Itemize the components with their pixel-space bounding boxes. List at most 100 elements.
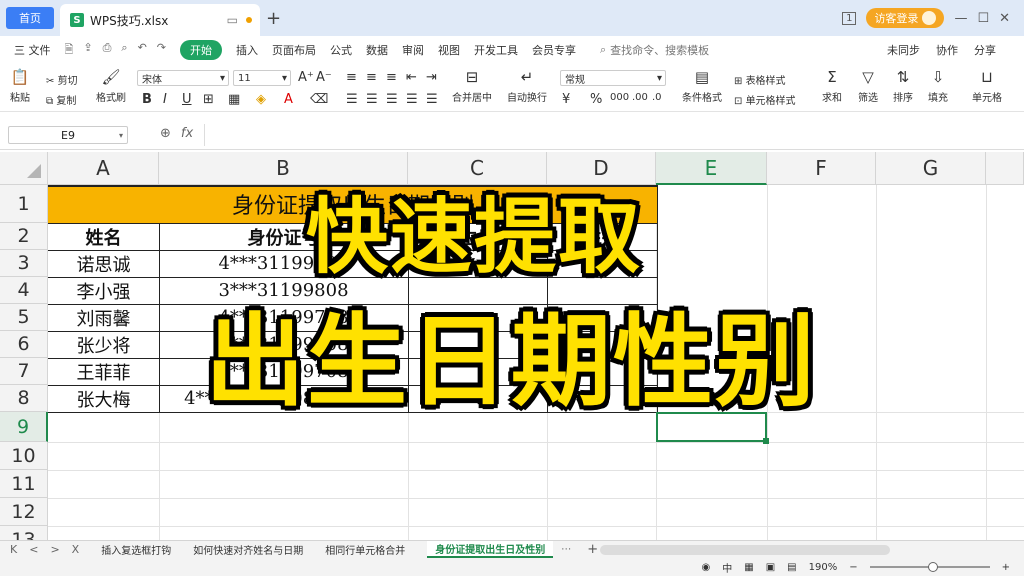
align-bottom-icon[interactable]: ≡ xyxy=(386,70,397,85)
save-icon[interactable]: 🗎 xyxy=(65,41,74,60)
zoom-slider[interactable] xyxy=(869,562,990,572)
zoom-slider-knob[interactable] xyxy=(927,562,938,572)
name-box[interactable]: E9 ▾ xyxy=(8,126,128,144)
conditional-format-button[interactable]: ▤ 条件格式 xyxy=(682,68,722,104)
italic-button[interactable]: I xyxy=(163,92,167,107)
decrease-decimal-icon[interactable]: .0 xyxy=(652,92,662,103)
indent-increase-icon[interactable]: ⇥ xyxy=(426,70,437,85)
fill-handle[interactable] xyxy=(763,438,769,444)
menu-item-formulas[interactable]: 公式 xyxy=(330,42,352,58)
sheet-tab[interactable]: 插入复选框打钩 xyxy=(101,542,171,557)
id-cell[interactable]: 4***31199608 xyxy=(159,250,408,277)
file-menu[interactable]: 三 文件 xyxy=(14,42,51,58)
fx-icon[interactable]: fx xyxy=(181,126,193,141)
print-icon[interactable]: ⎙ xyxy=(103,41,112,60)
export-icon[interactable]: ⇪ xyxy=(83,41,92,60)
paste-button[interactable]: 📋 粘贴 xyxy=(10,68,30,104)
home-tab[interactable]: 首页 xyxy=(6,7,54,29)
font-shrink-icon[interactable]: A⁻ xyxy=(316,70,332,85)
align-middle-icon[interactable]: ≡ xyxy=(366,70,377,85)
row-header-1[interactable]: 1 xyxy=(0,185,48,223)
menu-item-home[interactable]: 开始 xyxy=(180,40,222,60)
row-header-10[interactable]: 10 xyxy=(0,442,48,470)
wrap-text-button[interactable]: ↵ 自动换行 xyxy=(507,68,547,104)
fill-button[interactable]: ⇩ 填充 xyxy=(928,68,948,104)
sheet-tab-active[interactable]: 身份证提取出生日及性别 xyxy=(427,541,554,558)
name-cell[interactable]: 王菲菲 xyxy=(48,358,159,385)
row-header-9[interactable]: 9 xyxy=(0,412,48,442)
add-sheet-button[interactable]: + xyxy=(587,542,598,557)
row-header-3[interactable]: 3 xyxy=(0,250,48,277)
menu-item-view[interactable]: 视图 xyxy=(438,42,460,58)
column-header-e[interactable]: E xyxy=(656,152,767,185)
active-cell-e9[interactable] xyxy=(656,412,769,444)
horizontal-scrollbar[interactable] xyxy=(600,545,890,555)
align-right-icon[interactable]: ☰ xyxy=(386,92,398,107)
guest-login-button[interactable]: 访客登录 xyxy=(866,8,945,28)
row-header-8[interactable]: 8 xyxy=(0,385,48,412)
id-cell[interactable]: 4***31198808303621 xyxy=(159,385,408,412)
undo-icon[interactable]: ↶ xyxy=(138,41,147,60)
sync-status-button[interactable]: 未同步 xyxy=(887,42,920,58)
cell-grid[interactable]: A B C D E F G 1 2 3 4 5 6 7 8 9 10 11 12… xyxy=(0,152,1024,540)
cell-fill-icon[interactable]: ▦ xyxy=(228,92,240,107)
sort-button[interactable]: ⇅ 排序 xyxy=(893,68,913,104)
underline-button[interactable]: U xyxy=(182,92,192,107)
clear-format-icon[interactable]: ⌫ xyxy=(310,92,328,107)
row-header-2[interactable]: 2 xyxy=(0,223,48,250)
id-cell[interactable]: 1***31199808 xyxy=(159,331,408,358)
menu-item-data[interactable]: 数据 xyxy=(366,42,388,58)
align-left-icon[interactable]: ☰ xyxy=(346,92,358,107)
merge-center-button[interactable]: ⊟ 合并居中 xyxy=(452,68,492,104)
document-tab[interactable]: S WPS技巧.xlsx ▭ xyxy=(60,4,260,36)
menu-item-member[interactable]: 会员专享 xyxy=(532,42,576,58)
column-header-g[interactable]: G xyxy=(876,152,986,185)
page-break-view-icon[interactable]: ▤ xyxy=(787,562,796,573)
font-size-select[interactable]: 11 ▾ xyxy=(233,70,291,86)
name-cell[interactable]: 李小强 xyxy=(48,277,159,304)
new-tab-button[interactable]: + xyxy=(266,8,281,29)
zoom-in-icon[interactable]: + xyxy=(1002,562,1010,573)
table-title-cell[interactable]: 身份证提取出生日期性别 xyxy=(48,185,658,223)
prev-sheet-icon[interactable]: < xyxy=(29,543,38,556)
currency-icon[interactable]: ¥ xyxy=(562,92,570,107)
first-sheet-icon[interactable]: K xyxy=(10,543,17,556)
row-header-7[interactable]: 7 xyxy=(0,358,48,385)
name-cell[interactable]: 刘雨馨 xyxy=(48,304,159,331)
justify-icon[interactable]: ☰ xyxy=(406,92,418,107)
font-grow-icon[interactable]: A⁺ xyxy=(298,70,314,85)
header-gender-cell[interactable]: 性别 xyxy=(547,223,656,250)
command-search[interactable]: ⌕ 查找命令、搜索模板 xyxy=(600,42,709,58)
fill-color-icon[interactable]: ◈ xyxy=(256,92,266,107)
redo-icon[interactable]: ↷ xyxy=(157,41,166,60)
format-painter-button[interactable]: 🖌 格式刷 xyxy=(96,68,126,104)
menu-item-page-layout[interactable]: 页面布局 xyxy=(272,42,316,58)
page-layout-view-icon[interactable]: ▣ xyxy=(766,562,775,573)
cell-style-button[interactable]: ⊡ 单元格样式 xyxy=(734,92,796,107)
row-header-6[interactable]: 6 xyxy=(0,331,48,358)
row-header-5[interactable]: 5 xyxy=(0,304,48,331)
indent-decrease-icon[interactable]: ⇤ xyxy=(406,70,417,85)
column-header-b[interactable]: B xyxy=(159,152,408,185)
header-name-cell[interactable]: 姓名 xyxy=(48,223,159,250)
sheet-tab[interactable]: 相同行单元格合并 xyxy=(325,542,405,557)
name-cell[interactable]: 张大梅 xyxy=(48,385,159,412)
copy-button[interactable]: ⧉ 复制 xyxy=(46,92,76,107)
more-sheets-icon[interactable]: ⋯ xyxy=(561,544,571,555)
share-button[interactable]: 分享 xyxy=(974,42,996,58)
column-header-a[interactable]: A xyxy=(48,152,159,185)
menu-item-review[interactable]: 审阅 xyxy=(402,42,424,58)
last-sheet-icon[interactable]: X xyxy=(72,543,80,556)
percent-icon[interactable]: % xyxy=(590,92,602,107)
name-cell[interactable]: 张少将 xyxy=(48,331,159,358)
align-top-icon[interactable]: ≡ xyxy=(346,70,357,85)
name-cell[interactable]: 诺思诚 xyxy=(48,250,159,277)
minimize-icon[interactable]: — xyxy=(954,11,967,26)
table-style-button[interactable]: ⊞ 表格样式 xyxy=(734,72,786,87)
column-header-c[interactable]: C xyxy=(408,152,547,185)
zoom-level[interactable]: 190% xyxy=(809,562,838,573)
language-icon[interactable]: 中 xyxy=(722,560,732,575)
column-header-f[interactable]: F xyxy=(767,152,876,185)
eye-protect-icon[interactable]: ◉ xyxy=(702,562,711,573)
align-center-icon[interactable]: ☰ xyxy=(366,92,378,107)
